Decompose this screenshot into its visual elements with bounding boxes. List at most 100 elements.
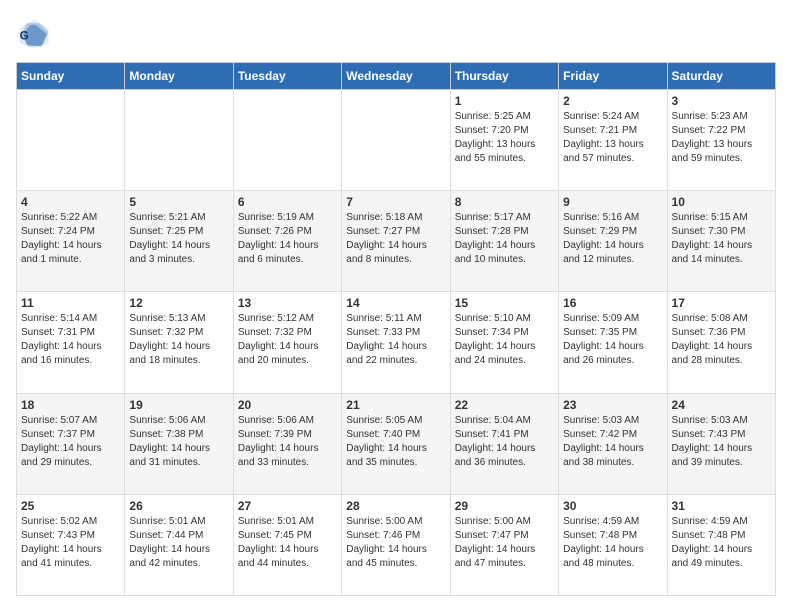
day-number: 12 [129,296,228,310]
day-number: 11 [21,296,120,310]
calendar-cell: 27 Sunrise: 5:01 AM Sunset: 7:45 PM Dayli… [233,494,341,595]
calendar-cell: 16 Sunrise: 5:09 AM Sunset: 7:35 PM Dayli… [559,292,667,393]
calendar-cell: 10 Sunrise: 5:15 AM Sunset: 7:30 PM Dayli… [667,191,775,292]
day-info: Sunrise: 5:00 AM Sunset: 7:47 PM Dayligh… [455,515,554,571]
day-info: Sunrise: 5:03 AM Sunset: 7:43 PM Dayligh… [672,414,771,470]
day-number: 3 [672,94,771,108]
day-info: Sunrise: 5:05 AM Sunset: 7:40 PM Dayligh… [346,414,445,470]
day-info: Sunrise: 5:25 AM Sunset: 7:20 PM Dayligh… [455,110,554,166]
day-info: Sunrise: 5:22 AM Sunset: 7:24 PM Dayligh… [21,211,120,267]
day-info: Sunrise: 5:04 AM Sunset: 7:41 PM Dayligh… [455,414,554,470]
calendar-week: 25 Sunrise: 5:02 AM Sunset: 7:43 PM Dayli… [17,494,776,595]
day-number: 29 [455,499,554,513]
day-info: Sunrise: 5:00 AM Sunset: 7:46 PM Dayligh… [346,515,445,571]
day-info: Sunrise: 5:19 AM Sunset: 7:26 PM Dayligh… [238,211,337,267]
day-number: 14 [346,296,445,310]
day-number: 4 [21,195,120,209]
calendar-cell: 8 Sunrise: 5:17 AM Sunset: 7:28 PM Daylig… [450,191,558,292]
day-number: 22 [455,398,554,412]
calendar-cell: 26 Sunrise: 5:01 AM Sunset: 7:44 PM Dayli… [125,494,233,595]
day-number: 27 [238,499,337,513]
logo: G [16,16,54,52]
day-number: 30 [563,499,662,513]
weekday-header: Saturday [667,63,775,90]
calendar-cell [233,90,341,191]
calendar-cell: 4 Sunrise: 5:22 AM Sunset: 7:24 PM Daylig… [17,191,125,292]
calendar-cell: 11Sunrise: 5:14 AM Sunset: 7:31 PM Dayli… [17,292,125,393]
day-number: 15 [455,296,554,310]
calendar-week: 1Sunrise: 5:25 AM Sunset: 7:20 PM Daylig… [17,90,776,191]
header: G [16,16,776,52]
day-info: Sunrise: 5:17 AM Sunset: 7:28 PM Dayligh… [455,211,554,267]
weekday-header: Sunday [17,63,125,90]
day-number: 13 [238,296,337,310]
day-number: 20 [238,398,337,412]
day-info: Sunrise: 5:15 AM Sunset: 7:30 PM Dayligh… [672,211,771,267]
calendar: SundayMondayTuesdayWednesdayThursdayFrid… [16,62,776,596]
day-number: 19 [129,398,228,412]
day-info: Sunrise: 5:11 AM Sunset: 7:33 PM Dayligh… [346,312,445,368]
day-number: 17 [672,296,771,310]
day-number: 25 [21,499,120,513]
calendar-cell: 12Sunrise: 5:13 AM Sunset: 7:32 PM Dayli… [125,292,233,393]
calendar-cell: 14 Sunrise: 5:11 AM Sunset: 7:33 PM Dayli… [342,292,450,393]
calendar-cell: 21Sunrise: 5:05 AM Sunset: 7:40 PM Dayli… [342,393,450,494]
calendar-cell: 31 Sunrise: 4:59 AM Sunset: 7:48 PM Dayli… [667,494,775,595]
day-info: Sunrise: 5:06 AM Sunset: 7:38 PM Dayligh… [129,414,228,470]
day-info: Sunrise: 5:09 AM Sunset: 7:35 PM Dayligh… [563,312,662,368]
calendar-header: SundayMondayTuesdayWednesdayThursdayFrid… [17,63,776,90]
calendar-cell: 20 Sunrise: 5:06 AM Sunset: 7:39 PM Dayli… [233,393,341,494]
calendar-cell: 19 Sunrise: 5:06 AM Sunset: 7:38 PM Dayli… [125,393,233,494]
calendar-cell: 9Sunrise: 5:16 AM Sunset: 7:29 PM Daylig… [559,191,667,292]
day-info: Sunrise: 5:12 AM Sunset: 7:32 PM Dayligh… [238,312,337,368]
day-info: Sunrise: 5:01 AM Sunset: 7:45 PM Dayligh… [238,515,337,571]
day-info: Sunrise: 5:01 AM Sunset: 7:44 PM Dayligh… [129,515,228,571]
calendar-cell: 29 Sunrise: 5:00 AM Sunset: 7:47 PM Dayli… [450,494,558,595]
calendar-cell: 17 Sunrise: 5:08 AM Sunset: 7:36 PM Dayli… [667,292,775,393]
calendar-week: 4 Sunrise: 5:22 AM Sunset: 7:24 PM Daylig… [17,191,776,292]
day-info: Sunrise: 5:08 AM Sunset: 7:36 PM Dayligh… [672,312,771,368]
calendar-cell: 6 Sunrise: 5:19 AM Sunset: 7:26 PM Daylig… [233,191,341,292]
day-number: 8 [455,195,554,209]
calendar-cell [125,90,233,191]
calendar-week: 11Sunrise: 5:14 AM Sunset: 7:31 PM Dayli… [17,292,776,393]
day-number: 16 [563,296,662,310]
logo-icon: G [16,16,52,52]
day-info: Sunrise: 5:16 AM Sunset: 7:29 PM Dayligh… [563,211,662,267]
calendar-cell: 7Sunrise: 5:18 AM Sunset: 7:27 PM Daylig… [342,191,450,292]
day-info: Sunrise: 5:02 AM Sunset: 7:43 PM Dayligh… [21,515,120,571]
weekday-header: Friday [559,63,667,90]
day-info: Sunrise: 5:03 AM Sunset: 7:42 PM Dayligh… [563,414,662,470]
day-number: 10 [672,195,771,209]
day-number: 28 [346,499,445,513]
day-info: Sunrise: 4:59 AM Sunset: 7:48 PM Dayligh… [563,515,662,571]
calendar-cell: 13 Sunrise: 5:12 AM Sunset: 7:32 PM Dayli… [233,292,341,393]
weekday-header: Monday [125,63,233,90]
calendar-cell: 18Sunrise: 5:07 AM Sunset: 7:37 PM Dayli… [17,393,125,494]
calendar-cell: 15Sunrise: 5:10 AM Sunset: 7:34 PM Dayli… [450,292,558,393]
weekday-header: Tuesday [233,63,341,90]
day-info: Sunrise: 5:24 AM Sunset: 7:21 PM Dayligh… [563,110,662,166]
day-info: Sunrise: 5:06 AM Sunset: 7:39 PM Dayligh… [238,414,337,470]
svg-text:G: G [20,29,29,42]
calendar-cell: 30 Sunrise: 4:59 AM Sunset: 7:48 PM Dayli… [559,494,667,595]
day-number: 6 [238,195,337,209]
calendar-cell: 24 Sunrise: 5:03 AM Sunset: 7:43 PM Dayli… [667,393,775,494]
calendar-cell [342,90,450,191]
day-number: 7 [346,195,445,209]
calendar-cell: 25 Sunrise: 5:02 AM Sunset: 7:43 PM Dayli… [17,494,125,595]
day-number: 23 [563,398,662,412]
day-number: 2 [563,94,662,108]
calendar-week: 18Sunrise: 5:07 AM Sunset: 7:37 PM Dayli… [17,393,776,494]
day-number: 24 [672,398,771,412]
calendar-body: 1Sunrise: 5:25 AM Sunset: 7:20 PM Daylig… [17,90,776,596]
calendar-cell: 2 Sunrise: 5:24 AM Sunset: 7:21 PM Daylig… [559,90,667,191]
day-info: Sunrise: 4:59 AM Sunset: 7:48 PM Dayligh… [672,515,771,571]
day-number: 31 [672,499,771,513]
day-number: 26 [129,499,228,513]
weekday-header: Wednesday [342,63,450,90]
day-info: Sunrise: 5:21 AM Sunset: 7:25 PM Dayligh… [129,211,228,267]
calendar-cell: 22 Sunrise: 5:04 AM Sunset: 7:41 PM Dayli… [450,393,558,494]
calendar-cell: 23 Sunrise: 5:03 AM Sunset: 7:42 PM Dayli… [559,393,667,494]
calendar-cell: 3Sunrise: 5:23 AM Sunset: 7:22 PM Daylig… [667,90,775,191]
